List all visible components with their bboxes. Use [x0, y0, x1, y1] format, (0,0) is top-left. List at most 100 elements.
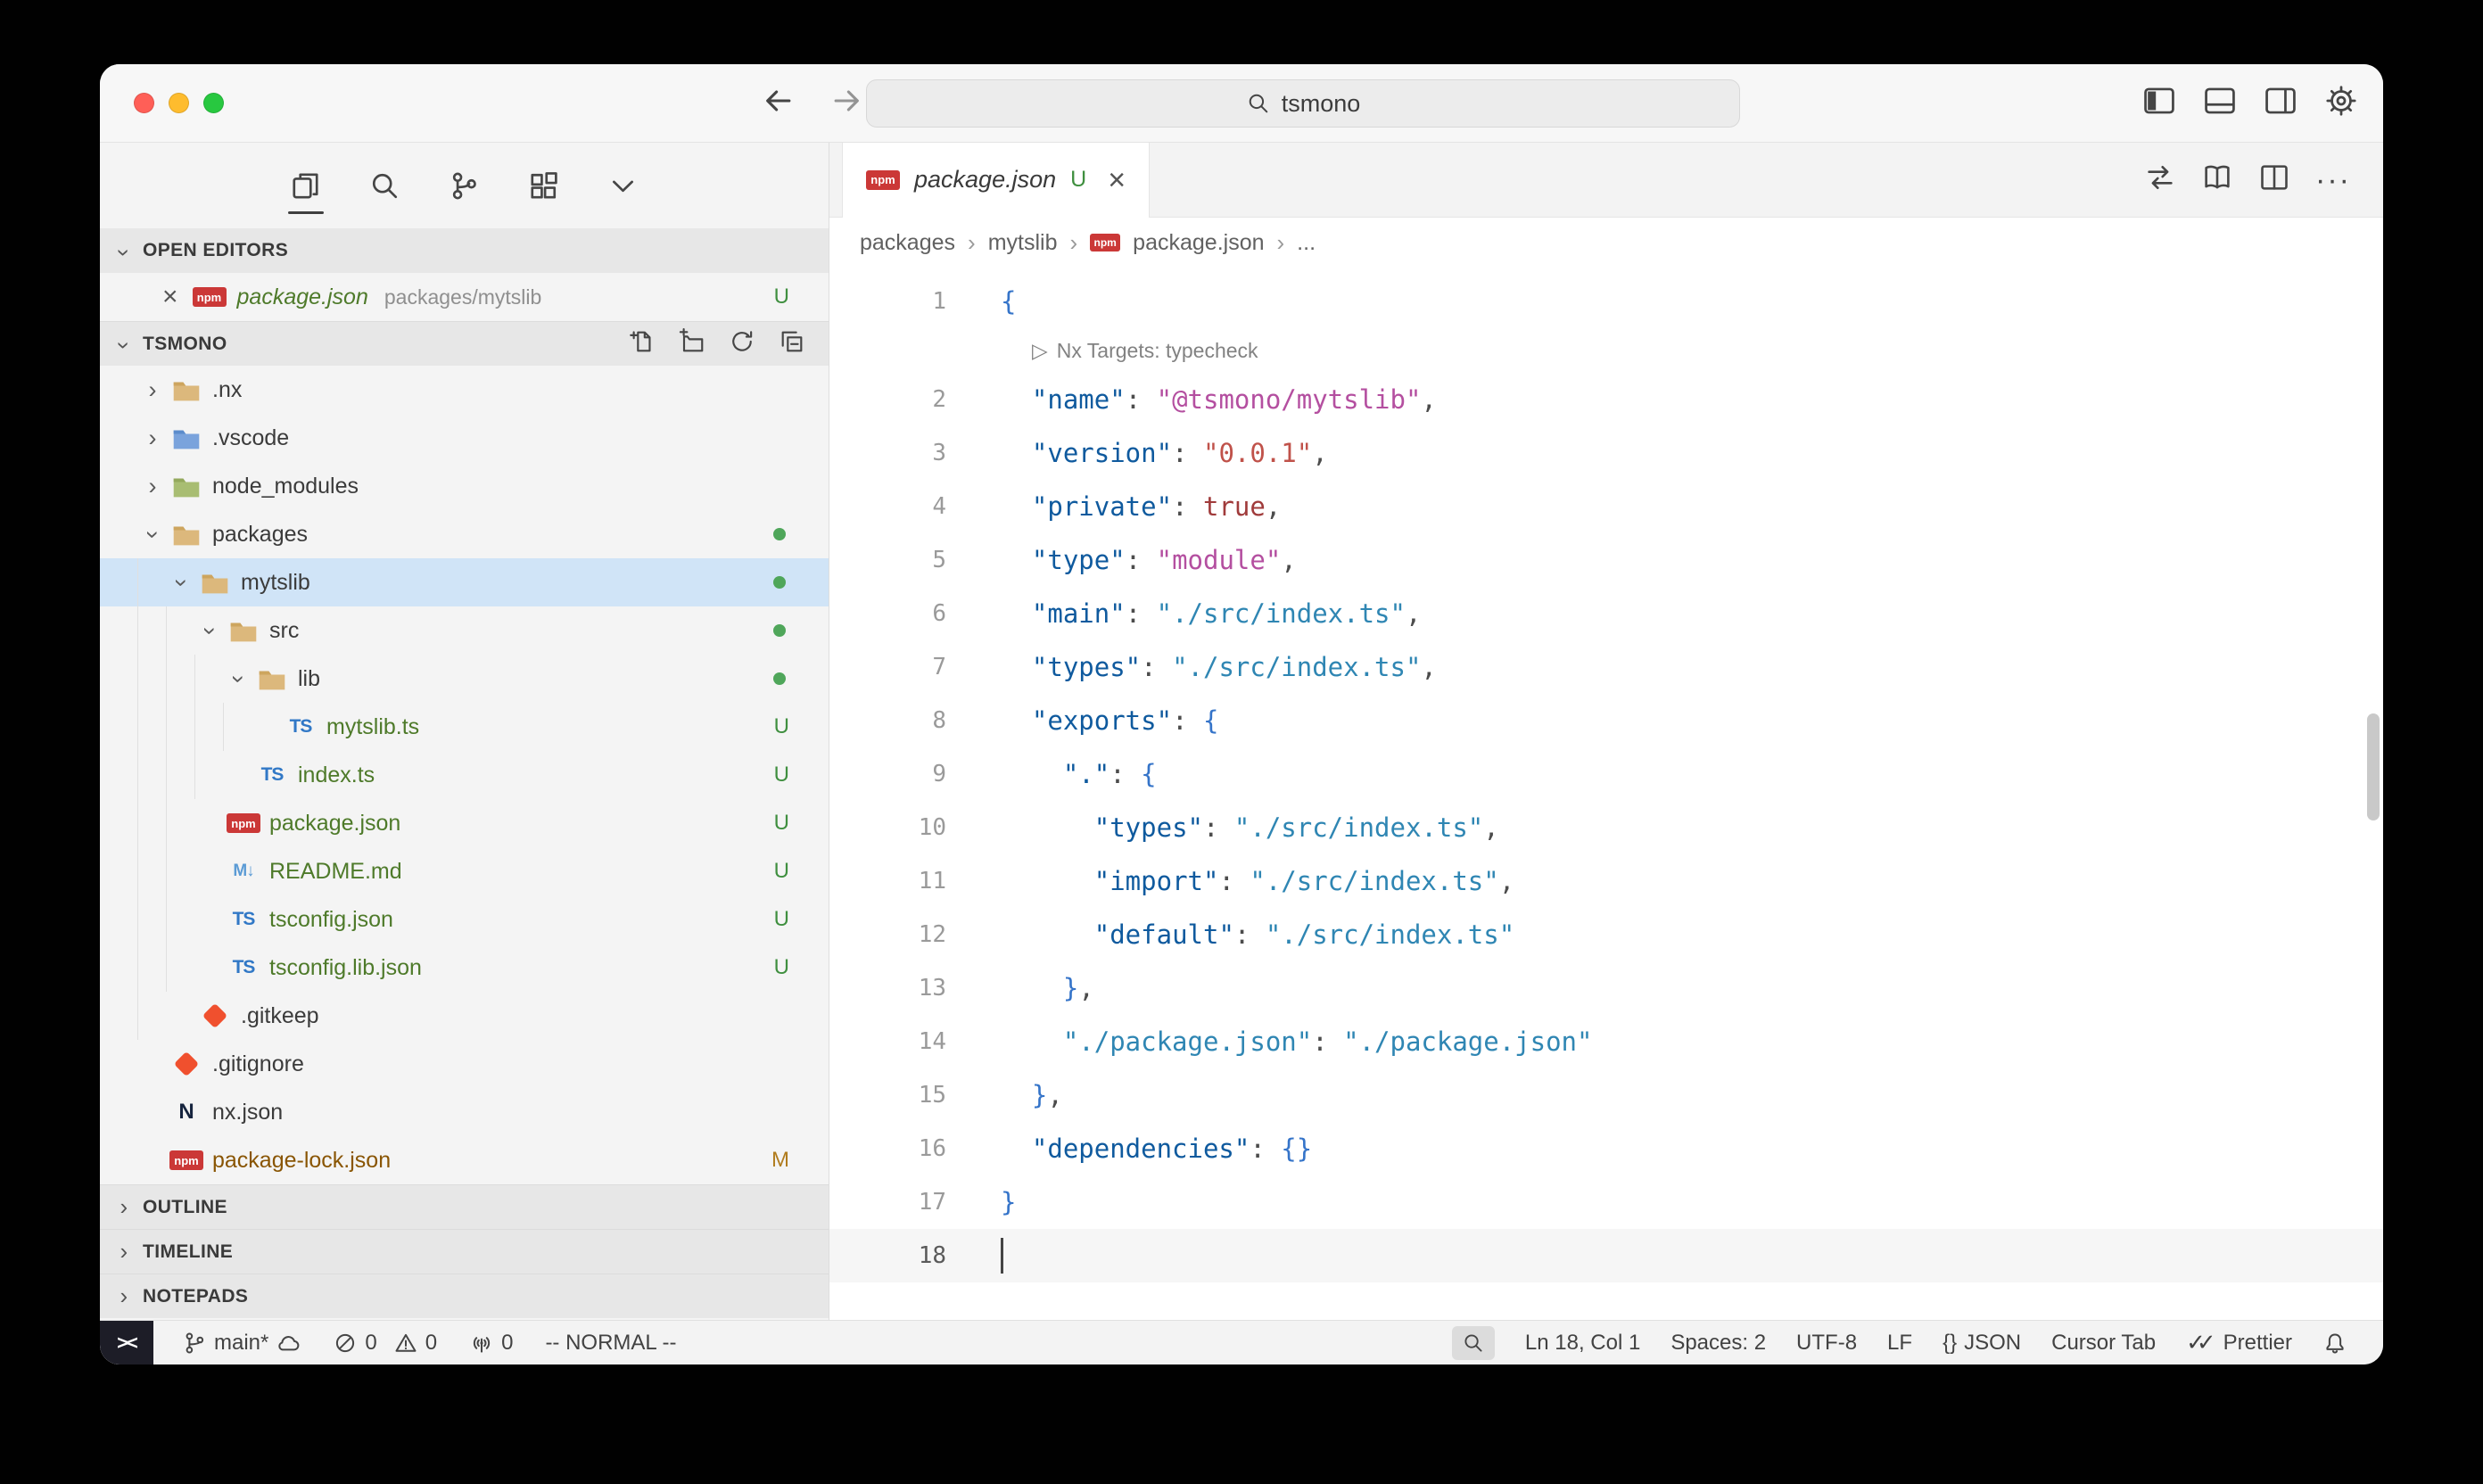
code-line-7[interactable]: 7 "types": "./src/index.ts", [829, 640, 2383, 694]
more-actions-icon[interactable]: ··· [2315, 165, 2351, 195]
problems-status[interactable]: 0 0 [333, 1331, 437, 1356]
vim-mode-label: -- NORMAL -- [545, 1331, 676, 1356]
tree-item-package.json[interactable]: npmpackage.jsonU [100, 799, 829, 847]
cursor-tab-status[interactable]: Cursor Tab [2051, 1331, 2156, 1356]
tree-item-mytslib.ts[interactable]: TSmytslib.tsU [100, 703, 829, 751]
breadcrumb-file[interactable]: package.json [1133, 230, 1264, 256]
indentation-status[interactable]: Spaces: 2 [1670, 1331, 1766, 1356]
close-editor-icon[interactable]: × [162, 284, 178, 310]
scrollbar-thumb[interactable] [2367, 713, 2380, 820]
tree-item-.vscode[interactable]: .vscode [100, 414, 829, 462]
tree-item-lib[interactable]: lib [100, 655, 829, 703]
bell-icon [2322, 1331, 2347, 1356]
settings-gear-icon[interactable] [2324, 84, 2358, 122]
tree-item-src[interactable]: src [100, 606, 829, 655]
minimize-window-button[interactable] [169, 93, 189, 113]
toggle-sidebar-icon[interactable] [2142, 84, 2176, 122]
split-editor-icon[interactable] [2258, 161, 2290, 198]
formatter-status[interactable]: ✓✓Prettier [2186, 1329, 2292, 1356]
cursor-position-status[interactable]: Ln 18, Col 1 [1525, 1331, 1640, 1356]
new-file-icon[interactable] [629, 328, 656, 360]
close-window-button[interactable] [134, 93, 154, 113]
code-line-15[interactable]: 15 }, [829, 1068, 2383, 1122]
tree-item-node_modules[interactable]: node_modules [100, 462, 829, 510]
breadcrumb-packages[interactable]: packages [860, 230, 955, 256]
vim-mode-indicator[interactable]: -- NORMAL -- [545, 1331, 676, 1356]
tree-item-.gitignore[interactable]: .gitignore [100, 1040, 829, 1088]
code-line-2[interactable]: 2 "name": "@tsmono/mytslib", [829, 373, 2383, 426]
open-editor-item[interactable]: × npm package.json packages/mytslib U [100, 273, 829, 321]
code-line-10[interactable]: 10 "types": "./src/index.ts", [829, 801, 2383, 854]
tree-item-package-lock.json[interactable]: npmpackage-lock.jsonM [100, 1136, 829, 1184]
outline-section-header[interactable]: › OUTLINE [100, 1184, 829, 1229]
tab-package-json[interactable]: npm package.json U × [842, 143, 1150, 217]
code-line-8[interactable]: 8 "exports": { [829, 694, 2383, 747]
search-icon [1246, 91, 1271, 116]
explorer-section-header[interactable]: › TSMONO [100, 321, 829, 366]
code-line-17[interactable]: 17} [829, 1175, 2383, 1229]
encoding-status[interactable]: UTF-8 [1796, 1331, 1857, 1356]
open-changes-icon[interactable] [2144, 161, 2176, 198]
forward-icon[interactable] [829, 84, 863, 122]
folder-icon [196, 567, 234, 598]
open-preview-icon[interactable] [2201, 161, 2233, 198]
command-center-search[interactable]: tsmono [866, 79, 1740, 128]
section-chevron-icon: › [111, 241, 138, 264]
line-number: 6 [829, 587, 986, 640]
code-editor[interactable]: 1{▷Nx Targets: typecheck2 "name": "@tsmo… [829, 268, 2383, 1320]
folder-icon [225, 615, 262, 646]
notepads-section-header[interactable]: › NOTEPADS [100, 1274, 829, 1318]
new-folder-icon[interactable] [679, 328, 705, 360]
code-line-12[interactable]: 12 "default": "./src/index.ts" [829, 908, 2383, 961]
editor-actions: ··· [2144, 143, 2351, 217]
code-line-11[interactable]: 11 "import": "./src/index.ts", [829, 854, 2383, 908]
code-line-text: "import": "./src/index.ts", [986, 854, 1514, 908]
refresh-icon[interactable] [729, 328, 755, 360]
code-line-4[interactable]: 4 "private": true, [829, 480, 2383, 533]
language-mode-status[interactable]: {}JSON [1943, 1331, 2021, 1356]
tree-item-nx.json[interactable]: Nnx.json [100, 1088, 829, 1136]
timeline-section-header[interactable]: › TIMELINE [100, 1229, 829, 1274]
branch-status[interactable]: main* [182, 1331, 301, 1356]
maximize-window-button[interactable] [203, 93, 224, 113]
tree-item-mytslib[interactable]: mytslib [100, 558, 829, 606]
explorer-view-icon[interactable] [289, 143, 322, 228]
code-line-14[interactable]: 14 "./package.json": "./package.json" [829, 1015, 2383, 1068]
remote-indicator[interactable]: >< [100, 1321, 153, 1364]
more-views-chevron-icon[interactable] [606, 143, 639, 228]
tree-item-tsconfig.json[interactable]: TStsconfig.jsonU [100, 895, 829, 944]
toggle-panel-icon[interactable] [2203, 84, 2237, 122]
tree-item-.gitkeep[interactable]: .gitkeep [100, 992, 829, 1040]
breadcrumb-mytslib[interactable]: mytslib [988, 230, 1058, 256]
source-control-view-icon[interactable] [448, 143, 481, 228]
codelens-nx-targets[interactable]: ▷Nx Targets: typecheck [986, 328, 1258, 373]
notifications-bell[interactable] [2322, 1331, 2347, 1356]
tree-item-index.ts[interactable]: TSindex.tsU [100, 751, 829, 799]
code-line-18[interactable]: 18 [829, 1229, 2383, 1282]
code-line-6[interactable]: 6 "main": "./src/index.ts", [829, 587, 2383, 640]
ports-status[interactable]: 0 [469, 1331, 513, 1356]
collapse-all-icon[interactable] [779, 328, 805, 360]
code-line-1[interactable]: 1{ [829, 275, 2383, 328]
screencast-zoom-button[interactable] [1452, 1326, 1495, 1360]
code-line-text: "name": "@tsmono/mytslib", [986, 373, 1437, 426]
extensions-view-icon[interactable] [527, 143, 560, 228]
git-badge: U [774, 811, 789, 836]
code-line-5[interactable]: 5 "type": "module", [829, 533, 2383, 587]
tree-item-packages[interactable]: packages [100, 510, 829, 558]
open-editors-header[interactable]: › OPEN EDITORS [100, 228, 829, 273]
toggle-secondary-sidebar-icon[interactable] [2264, 84, 2297, 122]
eol-status[interactable]: LF [1887, 1331, 1912, 1356]
code-line-9[interactable]: 9 ".": { [829, 747, 2383, 801]
code-line-16[interactable]: 16 "dependencies": {} [829, 1122, 2383, 1175]
code-line-13[interactable]: 13 }, [829, 961, 2383, 1015]
chevron-icon [137, 521, 168, 548]
tree-item-.nx[interactable]: .nx [100, 366, 829, 414]
code-line-3[interactable]: 3 "version": "0.0.1", [829, 426, 2383, 480]
close-tab-icon[interactable]: × [1108, 165, 1126, 195]
search-view-icon[interactable] [368, 143, 401, 228]
back-icon[interactable] [762, 84, 796, 122]
tree-item-README.md[interactable]: M↓README.mdU [100, 847, 829, 895]
tree-item-tsconfig.lib.json[interactable]: TStsconfig.lib.jsonU [100, 944, 829, 992]
breadcrumb-symbol[interactable]: ... [1297, 230, 1316, 256]
